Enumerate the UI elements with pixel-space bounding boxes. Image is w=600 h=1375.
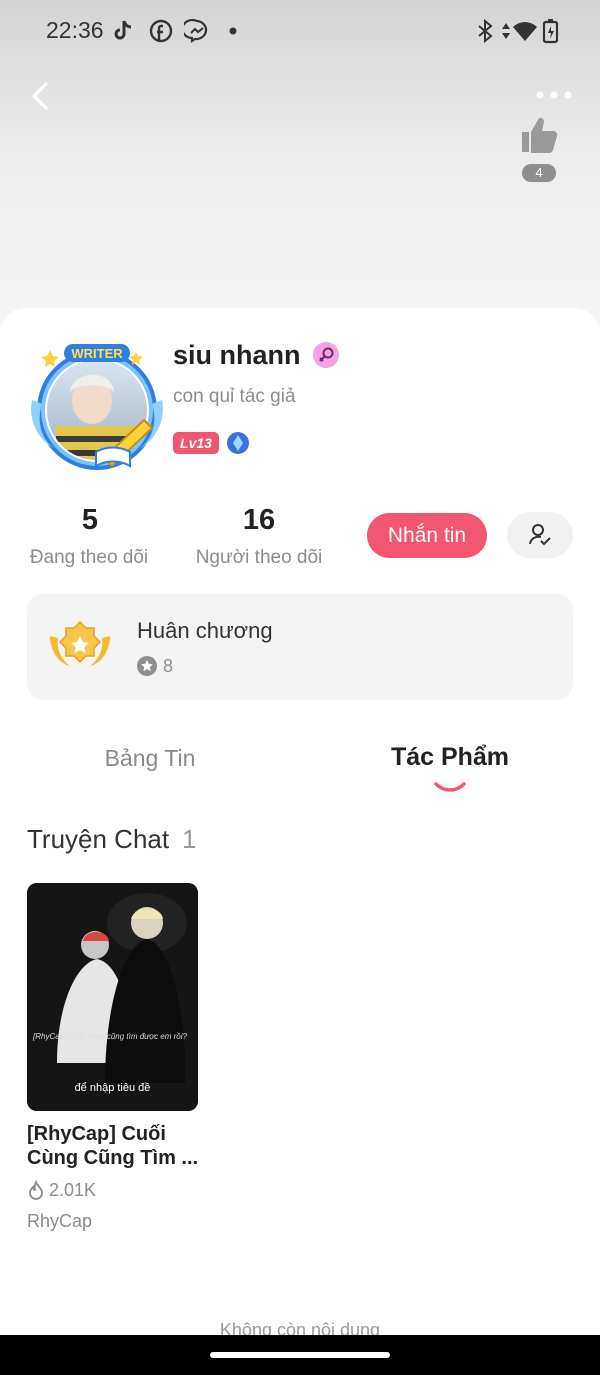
status-time: 22:36	[46, 17, 104, 43]
home-gesture-bar[interactable]	[210, 1352, 390, 1358]
section-count: 1	[182, 824, 197, 854]
svg-text:WRITER: WRITER	[71, 346, 123, 361]
followers-count[interactable]: 16	[209, 504, 309, 537]
profile-bio: con quỉ tác giả	[173, 386, 296, 407]
following-label[interactable]: Đang theo dõi	[14, 547, 164, 569]
story-cover-caption: để nhập tiêu đề	[74, 1082, 151, 1094]
story-cover-image	[27, 883, 198, 1111]
user-check-icon	[529, 524, 551, 546]
facebook-icon	[149, 19, 173, 43]
like-count-badge: 4	[522, 164, 556, 182]
following-count[interactable]: 5	[40, 504, 140, 537]
active-tab-indicator	[434, 782, 466, 792]
section-title: Truyện Chat	[27, 824, 170, 854]
tab-works[interactable]: Tác Phẩm	[360, 743, 540, 772]
message-button[interactable]: Nhắn tin	[367, 513, 487, 558]
story-cover-overlay-text: [RhyCap] Cuối cùng cũng tìm được em rồi?	[33, 1032, 187, 1041]
followers-label[interactable]: Người theo dõi	[184, 547, 334, 569]
more-options-icon[interactable]	[535, 90, 573, 100]
notification-dot-icon	[229, 27, 237, 35]
thumbs-up-icon[interactable]	[518, 114, 560, 156]
status-bar: 22:36	[0, 0, 600, 60]
tab-news[interactable]: Bảng Tin	[60, 745, 240, 772]
profile-name: siu nhann	[173, 340, 301, 370]
medal-title: Huân chương	[137, 618, 273, 643]
story-cover[interactable]	[27, 883, 198, 1111]
female-gender-icon	[313, 342, 339, 368]
back-arrow-icon[interactable]	[24, 78, 60, 114]
follow-status-button[interactable]	[507, 512, 573, 558]
battery-icon	[542, 19, 559, 44]
medal-icon	[50, 620, 110, 666]
tiktok-icon	[114, 20, 132, 40]
diamond-badge-icon	[227, 432, 249, 454]
level-badge: Lv13	[173, 432, 219, 454]
story-title[interactable]: [RhyCap] Cuối Cùng Cũng Tìm ...	[27, 1122, 207, 1170]
wifi-icon	[513, 22, 537, 41]
story-tag[interactable]: RhyCap	[27, 1211, 92, 1232]
story-views: 2.01K	[49, 1180, 97, 1200]
bluetooth-icon	[478, 18, 493, 44]
fire-icon	[29, 1180, 43, 1200]
medal-count: 8	[163, 656, 174, 676]
avatar[interactable]: WRITER	[26, 340, 168, 472]
messenger-icon	[184, 18, 208, 44]
star-badge-icon	[137, 656, 157, 676]
